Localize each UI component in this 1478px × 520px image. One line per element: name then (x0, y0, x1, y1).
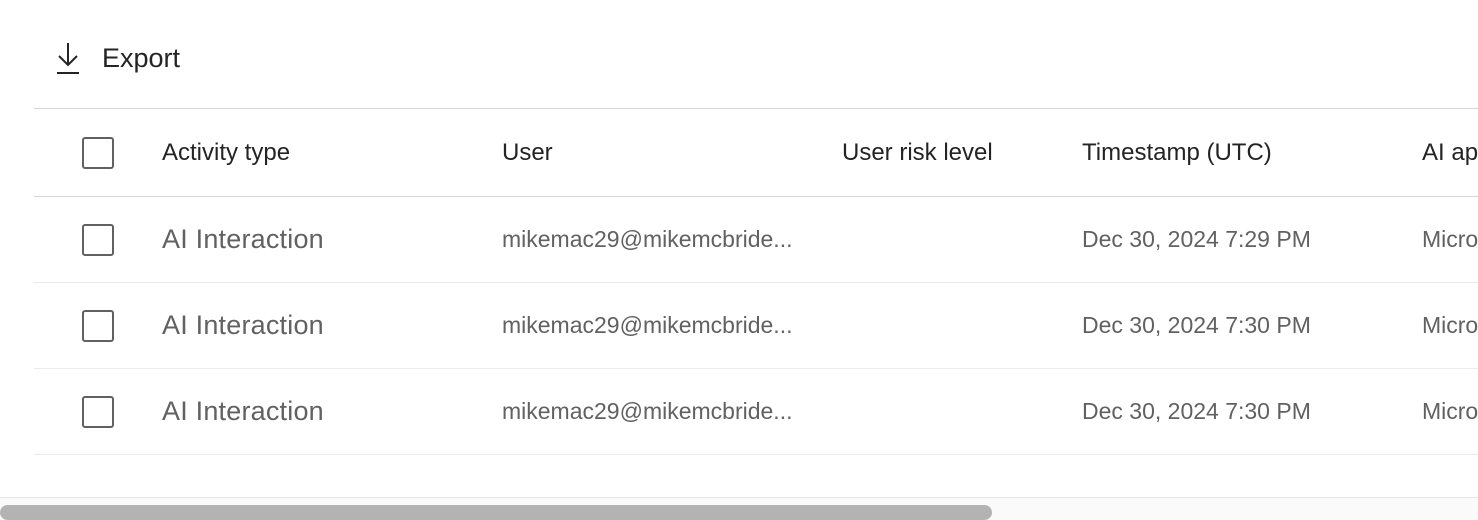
row-checkbox[interactable] (82, 223, 114, 256)
ai-app-cell: Micro (1422, 312, 1478, 338)
activity-table: Activity type User User risk level Times… (34, 108, 1478, 455)
table-row[interactable]: AI Interaction mikemac29@mikemcbride... … (34, 197, 1478, 283)
column-header-activity-type[interactable]: Activity type (162, 109, 492, 196)
user-risk-level-cell (842, 283, 1072, 368)
export-button[interactable]: Export (34, 30, 180, 86)
column-header-ai-app[interactable]: AI ap (1422, 109, 1478, 196)
column-header-timestamp[interactable]: Timestamp (UTC) (1082, 109, 1412, 196)
activity-explorer-page: Export Activity type User User risk leve… (0, 0, 1478, 520)
column-header-user-risk-level[interactable]: User risk level (842, 109, 1072, 196)
timestamp-cell: Dec 30, 2024 7:29 PM (1082, 226, 1311, 252)
horizontal-scrollbar-thumb[interactable] (0, 505, 992, 520)
user-cell: mikemac29@mikemcbride... (502, 226, 793, 252)
row-select-cell (82, 197, 116, 282)
toolbar: Export (34, 28, 180, 88)
export-label: Export (102, 42, 181, 73)
row-checkbox[interactable] (82, 395, 114, 428)
table-row[interactable]: AI Interaction mikemac29@mikemcbride... … (34, 369, 1478, 455)
column-header-user[interactable]: User (502, 109, 832, 196)
activity-type-cell[interactable]: AI Interaction (162, 197, 492, 282)
activity-type-cell[interactable]: AI Interaction (162, 283, 492, 368)
row-select-cell (82, 369, 116, 454)
select-all-cell (82, 109, 116, 196)
select-all-checkbox[interactable] (82, 136, 114, 169)
user-cell: mikemac29@mikemcbride... (502, 398, 793, 424)
row-checkbox[interactable] (82, 309, 114, 342)
activity-type-cell[interactable]: AI Interaction (162, 369, 492, 454)
ai-app-cell: Micro (1422, 398, 1478, 424)
user-risk-level-cell (842, 197, 1072, 282)
timestamp-cell: Dec 30, 2024 7:30 PM (1082, 398, 1311, 424)
user-risk-level-cell (842, 369, 1072, 454)
table-row[interactable]: AI Interaction mikemac29@mikemcbride... … (34, 283, 1478, 369)
table-header-row: Activity type User User risk level Times… (34, 108, 1478, 197)
ai-app-cell: Micro (1422, 226, 1478, 252)
download-arrow-icon (57, 43, 79, 74)
timestamp-cell: Dec 30, 2024 7:30 PM (1082, 312, 1311, 338)
row-select-cell (82, 283, 116, 368)
user-cell: mikemac29@mikemcbride... (502, 312, 793, 338)
